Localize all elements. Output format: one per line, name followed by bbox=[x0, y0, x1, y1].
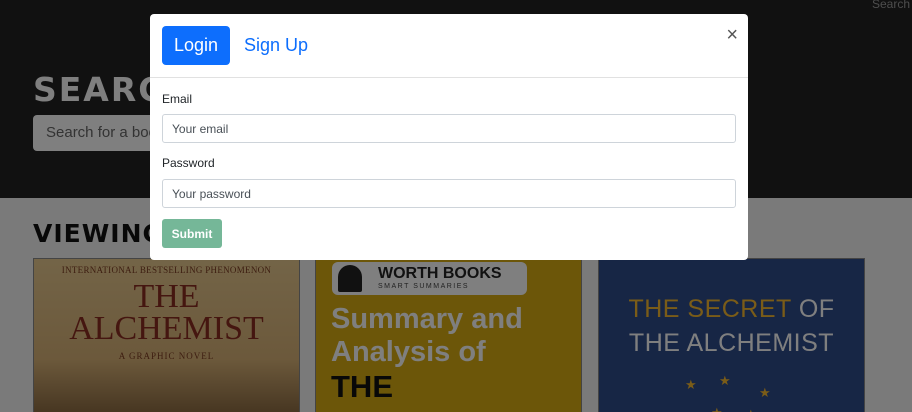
email-field[interactable] bbox=[162, 114, 736, 143]
tab-signup[interactable]: Sign Up bbox=[232, 26, 320, 65]
login-modal: Login Sign Up × Email Password Submit bbox=[150, 14, 748, 260]
modal-header: Login Sign Up × bbox=[150, 14, 748, 78]
close-icon[interactable]: × bbox=[726, 25, 738, 45]
tab-login[interactable]: Login bbox=[162, 26, 231, 65]
password-label: Password bbox=[162, 156, 215, 170]
submit-button[interactable]: Submit bbox=[162, 219, 222, 248]
password-field[interactable] bbox=[162, 179, 736, 208]
email-label: Email bbox=[162, 92, 193, 106]
